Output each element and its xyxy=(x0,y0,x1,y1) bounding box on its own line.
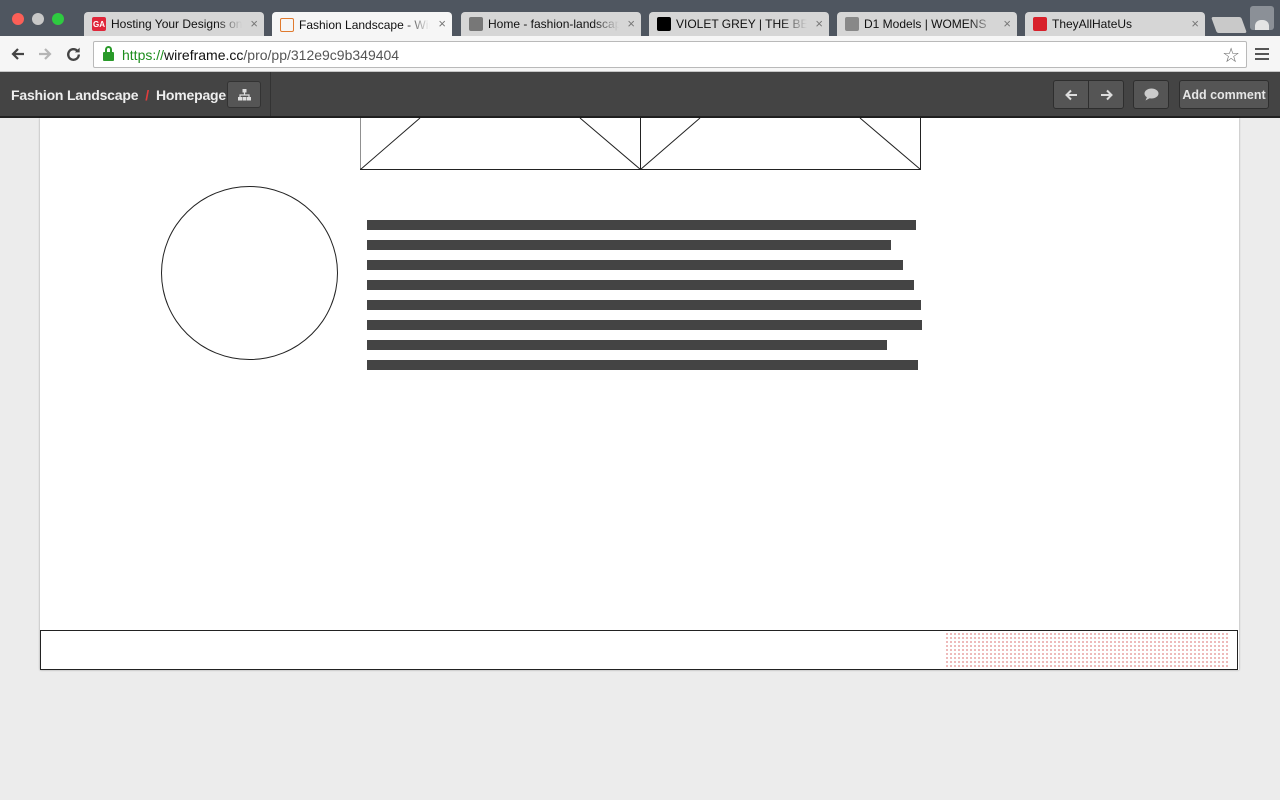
text-placeholder-line xyxy=(367,300,921,310)
profile-icon[interactable] xyxy=(1250,6,1274,30)
forward-button[interactable] xyxy=(33,42,57,66)
minimize-window-button[interactable] xyxy=(32,13,44,25)
circle-image-placeholder xyxy=(161,186,338,360)
browser-tab[interactable]: VIOLET GREY | THE BES × xyxy=(649,12,829,36)
breadcrumb-page[interactable]: Homepage xyxy=(156,87,226,103)
sitemap-icon xyxy=(237,88,251,100)
url-path: /pro/pp/312e9c9b349404 xyxy=(243,46,400,63)
reload-button[interactable] xyxy=(61,42,85,66)
browser-tab[interactable]: TheyAllHateUs × xyxy=(1025,12,1205,36)
add-comment-button[interactable]: Add comment xyxy=(1179,80,1269,109)
next-page-button[interactable] xyxy=(1088,80,1124,109)
header-divider xyxy=(270,72,271,116)
tab-close-icon[interactable]: × xyxy=(1003,16,1011,31)
tab-title: Fashion Landscape - Wir xyxy=(299,17,430,32)
text-placeholder-line xyxy=(367,280,914,290)
arrow-left-icon xyxy=(11,48,24,60)
browser-menu-icon[interactable] xyxy=(1254,46,1270,62)
wireframe-canvas xyxy=(40,118,1239,670)
browser-tab[interactable]: D1 Models | WOMENS × xyxy=(837,12,1017,36)
app-header: Fashion Landscape / Homepage Add comment xyxy=(0,72,1280,118)
browser-toolbar: https://wireframe.cc/pro/pp/312e9c9b3494… xyxy=(0,36,1280,72)
tab-close-icon[interactable]: × xyxy=(1191,16,1199,31)
arrow-left-icon xyxy=(1064,89,1077,100)
text-placeholder-line xyxy=(367,320,922,330)
tab-close-icon[interactable]: × xyxy=(815,16,823,31)
tab-title: TheyAllHateUs xyxy=(1052,17,1133,31)
browser-tab[interactable]: Fashion Landscape - Wir × xyxy=(272,12,452,37)
reload-icon xyxy=(66,47,80,61)
arrow-right-icon xyxy=(39,48,52,60)
new-tab-button[interactable] xyxy=(1211,17,1247,33)
tab-favicon-icon xyxy=(657,17,671,31)
tab-favicon-icon xyxy=(845,17,859,31)
text-placeholder-line xyxy=(367,340,887,350)
tab-close-icon[interactable]: × xyxy=(250,16,258,31)
breadcrumb-separator: / xyxy=(145,87,149,103)
text-placeholder-line xyxy=(367,260,903,270)
tab-favicon-icon xyxy=(469,17,483,31)
image-placeholder xyxy=(360,118,641,170)
url-scheme: https:// xyxy=(122,46,165,63)
breadcrumb: Fashion Landscape / Homepage xyxy=(11,87,226,103)
tab-favicon-icon xyxy=(1033,17,1047,31)
tab-title: VIOLET GREY | THE BES xyxy=(676,17,807,31)
image-placeholder xyxy=(640,118,921,170)
tab-favicon-icon: GA xyxy=(92,17,106,31)
back-button[interactable] xyxy=(6,42,30,66)
browser-tab-strip: GA Hosting Your Designs on × Fashion Landsc… xyxy=(0,0,1280,37)
lock-icon xyxy=(103,46,114,61)
text-placeholder-line xyxy=(367,220,916,230)
arrow-right-icon xyxy=(1100,89,1113,100)
text-placeholder-line xyxy=(367,360,918,370)
fullscreen-window-button[interactable] xyxy=(52,13,64,25)
close-window-button[interactable] xyxy=(12,13,24,25)
bookmark-star-icon[interactable]: ☆ xyxy=(1222,43,1240,68)
tab-title: D1 Models | WOMENS xyxy=(864,17,987,31)
url-host: wireframe.cc xyxy=(164,46,244,63)
tab-close-icon[interactable]: × xyxy=(438,16,446,31)
breadcrumb-project[interactable]: Fashion Landscape xyxy=(11,87,138,103)
footer-placeholder xyxy=(40,630,1238,670)
tab-title: Home - fashion-landscap xyxy=(488,17,619,31)
browser-tab[interactable]: GA Hosting Your Designs on × xyxy=(84,12,264,36)
browser-tab[interactable]: Home - fashion-landscap × xyxy=(461,12,641,36)
comments-toggle-button[interactable] xyxy=(1133,80,1169,109)
tab-close-icon[interactable]: × xyxy=(627,16,635,31)
tab-favicon-icon xyxy=(280,17,294,32)
text-placeholder-line xyxy=(367,240,891,250)
address-bar[interactable]: https://wireframe.cc/pro/pp/312e9c9b3494… xyxy=(93,41,1247,68)
tab-title: Hosting Your Designs on xyxy=(111,17,242,31)
dotted-pattern-area xyxy=(945,632,1229,668)
speech-bubble-icon xyxy=(1144,88,1158,101)
previous-page-button[interactable] xyxy=(1053,80,1089,109)
sitemap-button[interactable] xyxy=(227,81,261,108)
